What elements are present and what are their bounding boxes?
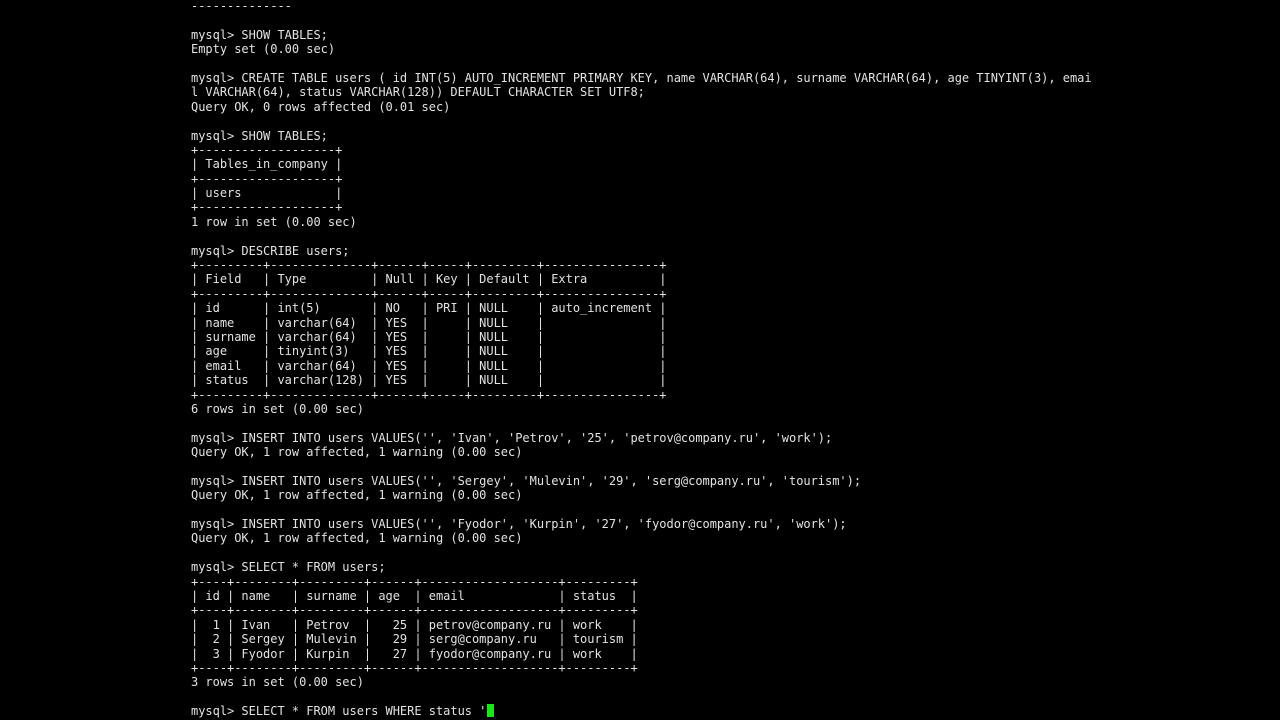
terminal-line: Query OK, 0 rows affected (0.01 sec) <box>191 99 451 114</box>
terminal-output[interactable]: -------------- mysql> SHOW TABLES; Empty s… <box>191 0 1092 719</box>
terminal-line: +----+--------+---------+------+--------… <box>191 574 638 589</box>
terminal-line: | age | tinyint(3) | YES | | NULL | | <box>191 344 667 359</box>
terminal-line: -------------- <box>191 0 292 13</box>
terminal-command-line: mysql> CREATE TABLE users ( id INT(5) AU… <box>191 70 1092 85</box>
terminal-prompt-line[interactable]: mysql> SELECT * FROM users WHERE status … <box>191 704 1092 718</box>
terminal-line: Query OK, 1 row affected, 1 warning (0.0… <box>191 531 523 546</box>
terminal-line: | name | varchar(64) | YES | | NULL | | <box>191 315 667 330</box>
terminal-line: 1 row in set (0.00 sec) <box>191 214 357 229</box>
terminal-line: Query OK, 1 row affected, 1 warning (0.0… <box>191 488 523 503</box>
terminal-line: | 1 | Ivan | Petrov | 25 | petrov@compan… <box>191 617 638 632</box>
terminal-line: | 2 | Sergey | Mulevin | 29 | serg@compa… <box>191 632 638 647</box>
terminal-command-line: mysql> INSERT INTO users VALUES('', 'Ser… <box>191 473 862 488</box>
terminal-line: Query OK, 1 row affected, 1 warning (0.0… <box>191 445 523 460</box>
terminal-line: +-------------------+ <box>191 200 343 215</box>
terminal-command-line: mysql> SHOW TABLES; <box>191 27 328 42</box>
terminal-line: | id | name | surname | age | email | st… <box>191 589 638 604</box>
terminal-line: 3 rows in set (0.00 sec) <box>191 675 364 690</box>
terminal-command-line: mysql> DESCRIBE users; <box>191 243 350 258</box>
terminal-line: +---------+--------------+------+-----+-… <box>191 387 667 402</box>
terminal-line: Empty set (0.00 sec) <box>191 42 336 57</box>
terminal-line: | Tables_in_company | <box>191 157 343 172</box>
terminal-command-line: mysql> SHOW TABLES; <box>191 128 328 143</box>
terminal-line: +----+--------+---------+------+--------… <box>191 603 638 618</box>
terminal-line: | email | varchar(64) | YES | | NULL | | <box>191 358 667 373</box>
terminal-line: +----+--------+---------+------+--------… <box>191 660 638 675</box>
terminal-command-line: mysql> SELECT * FROM users; <box>191 560 386 575</box>
terminal-command-line: mysql> INSERT INTO users VALUES('', 'Fyo… <box>191 517 847 532</box>
terminal-line: | 3 | Fyodor | Kurpin | 27 | fyodor@comp… <box>191 646 638 661</box>
terminal-line: +-------------------+ <box>191 142 343 157</box>
terminal-line: l VARCHAR(64), status VARCHAR(128)) DEFA… <box>191 85 645 100</box>
terminal-line: +---------+--------------+------+-----+-… <box>191 286 667 301</box>
terminal-window[interactable]: -------------- mysql> SHOW TABLES; Empty s… <box>0 0 1280 720</box>
terminal-line: | users | <box>191 186 343 201</box>
terminal-line: 6 rows in set (0.00 sec) <box>191 401 364 416</box>
terminal-command-line: mysql> INSERT INTO users VALUES('', 'Iva… <box>191 430 833 445</box>
terminal-line: +---------+--------------+------+-----+-… <box>191 258 667 273</box>
terminal-line: +-------------------+ <box>191 171 343 186</box>
text-cursor <box>487 704 495 718</box>
terminal-line: | Field | Type | Null | Key | Default | … <box>191 272 667 287</box>
terminal-line: | status | varchar(128) | YES | | NULL |… <box>191 373 667 388</box>
terminal-line: | id | int(5) | NO | PRI | NULL | auto_i… <box>191 301 667 316</box>
terminal-line: | surname | varchar(64) | YES | | NULL |… <box>191 329 667 344</box>
